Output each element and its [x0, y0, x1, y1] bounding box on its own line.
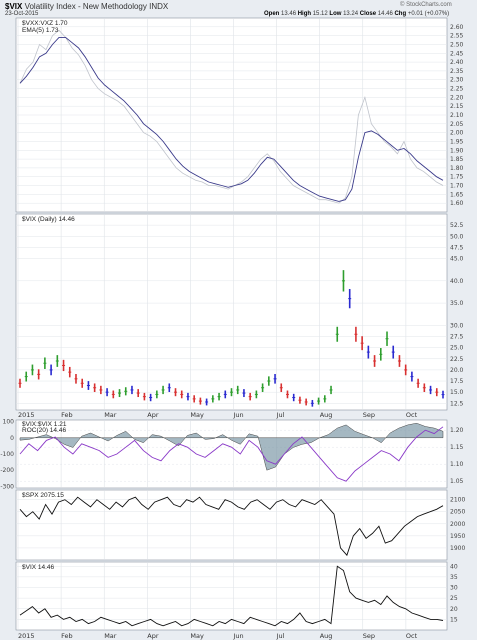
- y-tick-label: 17.5: [450, 378, 464, 385]
- y-tick-label: 20: [450, 606, 458, 613]
- x-tick-label: May: [190, 632, 204, 640]
- legend-entry: ROC(20) 14.46: [22, 427, 66, 434]
- y-tick-label: 2.10: [450, 112, 464, 119]
- x-tick-label: Jul: [276, 632, 285, 640]
- legend-entry: $VIX 14.46: [22, 564, 55, 571]
- legend-entry: $SPX 2075.15: [22, 492, 64, 499]
- legend-entry: EMA(5) 1.73: [22, 27, 59, 34]
- y-tick-label: 2100: [450, 497, 465, 504]
- y-tick-label: 1.75: [450, 174, 464, 181]
- y-tick-label: 30: [450, 585, 458, 592]
- y-tick-label: 27.5: [450, 334, 464, 341]
- x-tick-label: Mar: [104, 411, 117, 419]
- y-tick-label: 40: [450, 563, 458, 570]
- y-tick-label: 12.5: [450, 400, 464, 407]
- y-tick-label: 2.55: [450, 33, 464, 40]
- y-tick-label: 15.0: [450, 389, 464, 396]
- y-tick-label: 50.0: [450, 233, 464, 240]
- y-tick-label: 2.60: [450, 24, 464, 31]
- y-tick-label-right: 1.15: [450, 444, 464, 451]
- y-tick-label-left: 100: [3, 419, 15, 426]
- x-tick-label: Oct: [406, 632, 418, 640]
- legend-entry: $VIX (Daily) 14.46: [22, 216, 75, 223]
- x-tick-label: Feb: [61, 411, 73, 419]
- y-tick-label: 1.60: [450, 200, 464, 207]
- x-tick-label: Jun: [233, 411, 244, 419]
- y-tick-label-left: 0: [10, 435, 14, 442]
- y-tick-label: 2050: [450, 509, 465, 516]
- y-tick-label-left: -100: [0, 451, 14, 458]
- y-tick-label: 1.65: [450, 191, 464, 198]
- y-tick-label: 35: [450, 574, 458, 581]
- y-tick-label: 2.15: [450, 103, 464, 110]
- y-tick-label-left: -300: [0, 483, 14, 490]
- y-tick-label: 52.5: [450, 222, 464, 229]
- y-tick-label-right: 1.20: [450, 427, 464, 434]
- y-tick-label: 2.50: [450, 41, 464, 48]
- y-tick-label-right: 1.10: [450, 461, 464, 468]
- x-tick-label: Sep: [363, 632, 375, 640]
- y-tick-label: 2.40: [450, 59, 464, 66]
- y-tick-label: 2.05: [450, 121, 464, 128]
- y-tick-label: 2.20: [450, 94, 464, 101]
- x-tick-label: Jun: [233, 632, 244, 640]
- legend-entry: $VXX:VXZ 1.70: [22, 20, 68, 27]
- y-tick-label-right: 1.05: [450, 478, 464, 485]
- x-tick-label: May: [190, 411, 204, 419]
- y-tick-label: 1.70: [450, 183, 464, 190]
- y-tick-label: 2.30: [450, 77, 464, 84]
- x-tick-label: Apr: [147, 632, 159, 640]
- y-tick-label: 1.90: [450, 147, 464, 154]
- x-tick-label: Apr: [147, 411, 159, 419]
- y-tick-label: 2000: [450, 521, 465, 528]
- y-tick-label: 25: [450, 595, 458, 602]
- x-tick-label: Sep: [363, 411, 375, 419]
- y-tick-label-left: -200: [0, 467, 14, 474]
- y-tick-label: 47.5: [450, 244, 464, 251]
- y-tick-label: 15: [450, 616, 458, 623]
- y-tick-label: 1900: [450, 545, 465, 552]
- panel-3-frame: [15, 489, 448, 561]
- y-tick-label: 1.80: [450, 165, 464, 172]
- y-tick-label: 45.0: [450, 256, 464, 263]
- x-tick-label: Oct: [406, 411, 418, 419]
- x-tick-label: 2015: [18, 632, 35, 640]
- y-tick-label: 1.95: [450, 138, 464, 145]
- y-tick-label: 2.00: [450, 130, 464, 137]
- x-tick-label: 2015: [18, 411, 35, 419]
- y-tick-label: 22.5: [450, 356, 464, 363]
- y-tick-label: 35.0: [450, 300, 464, 307]
- x-tick-label: Aug: [320, 411, 333, 419]
- y-tick-label: 2.25: [450, 86, 464, 93]
- y-tick-label: 30.0: [450, 322, 464, 329]
- y-tick-label: 2.35: [450, 68, 464, 75]
- y-tick-label: 25.0: [450, 345, 464, 352]
- y-tick-label: 1.85: [450, 156, 464, 163]
- y-tick-label: 2.45: [450, 50, 464, 57]
- x-tick-label: Aug: [320, 632, 333, 640]
- x-tick-label: Feb: [61, 632, 73, 640]
- panel-1-frame: [15, 213, 448, 411]
- y-tick-label: 20.0: [450, 367, 464, 374]
- chart-canvas: 20152015FebFebMarMarAprAprMayMayJunJunJu…: [0, 17, 465, 640]
- x-tick-label: Mar: [104, 632, 117, 640]
- y-tick-label: 40.0: [450, 278, 464, 285]
- x-tick-label: Jul: [276, 411, 285, 419]
- y-tick-label: 1950: [450, 533, 465, 540]
